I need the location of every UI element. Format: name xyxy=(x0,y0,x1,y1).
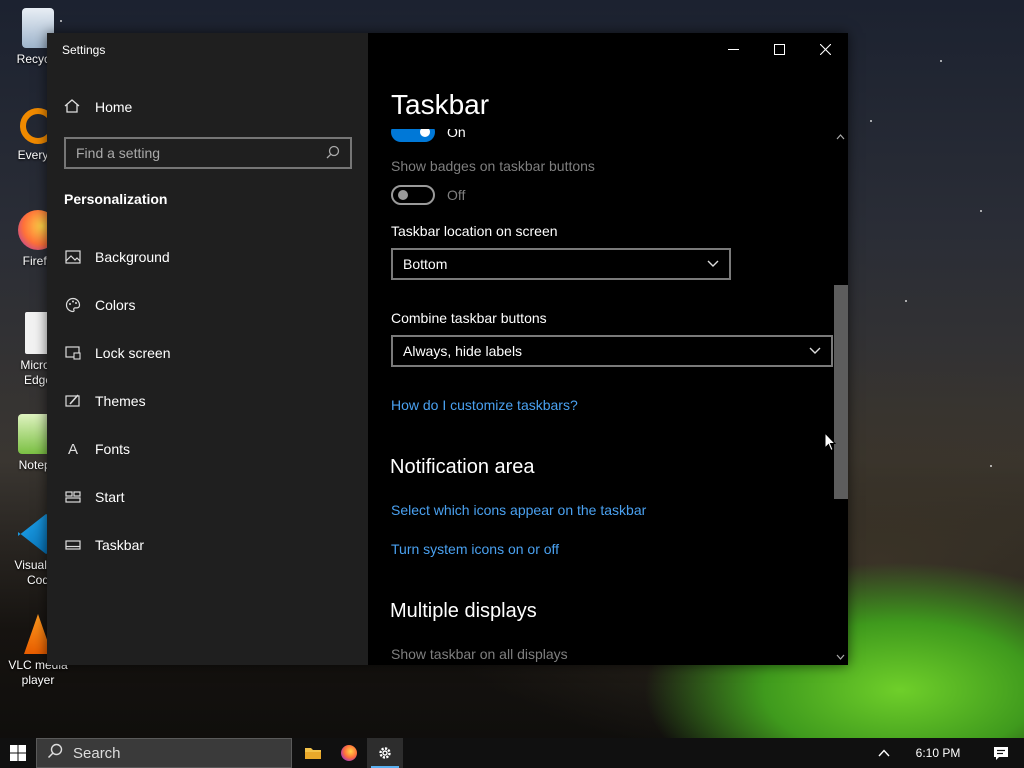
taskbar-search-label: Search xyxy=(73,744,121,762)
combine-dropdown[interactable]: Always, hide labels xyxy=(391,335,833,367)
combine-label: Combine taskbar buttons xyxy=(391,310,547,326)
clock[interactable]: 6:10 PM xyxy=(898,738,978,768)
notification-area-heading: Notification area xyxy=(390,456,535,478)
personalization-nav: Background Colors Lock screen Themes A F… xyxy=(47,233,368,569)
brush-icon xyxy=(64,392,82,410)
sidebar-item-label: Taskbar xyxy=(95,537,145,553)
location-dropdown[interactable]: Bottom xyxy=(391,248,731,280)
section-title: Personalization xyxy=(64,191,168,207)
minimize-icon xyxy=(727,48,739,50)
taskbar-search-box[interactable]: Search xyxy=(36,738,292,768)
search-icon[interactable] xyxy=(326,145,340,162)
show-all-displays-label: Show taskbar on all displays xyxy=(391,646,568,662)
maximize-icon xyxy=(773,43,785,55)
scroll-down-arrow[interactable] xyxy=(833,649,848,665)
chevron-down-icon xyxy=(809,347,821,354)
sidebar-item-taskbar[interactable]: Taskbar xyxy=(47,521,368,569)
location-label: Taskbar location on screen xyxy=(391,223,558,239)
sidebar-item-label: Colors xyxy=(95,297,136,313)
lock-screen-icon xyxy=(64,344,82,362)
multiple-displays-heading: Multiple displays xyxy=(390,600,537,622)
start-icon xyxy=(64,488,82,506)
taskbar-firefox[interactable] xyxy=(331,738,367,768)
font-icon: A xyxy=(67,440,78,458)
toggle-knob xyxy=(398,190,408,200)
sidebar-item-label: Lock screen xyxy=(95,345,171,361)
home-icon xyxy=(64,98,82,117)
close-button[interactable] xyxy=(802,33,848,65)
sidebar-item-background[interactable]: Background xyxy=(47,233,368,281)
minimize-button[interactable] xyxy=(710,33,756,65)
sidebar-item-label: Themes xyxy=(95,393,146,409)
chevron-up-icon xyxy=(878,749,890,757)
gear-icon xyxy=(379,747,391,759)
system-icons-link[interactable]: Turn system icons on or off xyxy=(391,541,559,557)
badges-label: Show badges on taskbar buttons xyxy=(391,158,595,174)
chevron-down-icon xyxy=(707,260,719,267)
action-center-button[interactable] xyxy=(978,738,1024,768)
content-pane: Taskbar On Show badges on taskbar button… xyxy=(368,33,848,665)
sidebar-item-lock-screen[interactable]: Lock screen xyxy=(47,329,368,377)
windows-logo-icon xyxy=(10,745,26,761)
taskbar: Search 6:10 PM xyxy=(0,738,1024,768)
find-setting-box[interactable] xyxy=(64,137,352,169)
badges-toggle[interactable] xyxy=(391,185,435,205)
notification-icon xyxy=(994,746,1008,760)
sidebar-item-label: Start xyxy=(95,489,125,505)
chevron-up-icon xyxy=(836,134,845,140)
settings-window: Settings Home Personalization Background… xyxy=(47,33,848,665)
mouse-cursor-icon xyxy=(824,432,836,452)
home-nav-item[interactable]: Home xyxy=(64,97,132,117)
show-hidden-icons-button[interactable] xyxy=(870,738,898,768)
taskbar-settings[interactable] xyxy=(367,738,403,768)
taskbar-file-explorer[interactable] xyxy=(295,738,331,768)
select-icons-link[interactable]: Select which icons appear on the taskbar xyxy=(391,502,646,518)
home-label: Home xyxy=(95,99,133,115)
customize-taskbars-link[interactable]: How do I customize taskbars? xyxy=(391,397,578,413)
start-button[interactable] xyxy=(0,738,36,768)
caption-buttons xyxy=(710,33,848,65)
scroll-up-arrow[interactable] xyxy=(833,129,848,145)
firefox-icon xyxy=(341,745,357,761)
sidebar-item-label: Fonts xyxy=(95,441,131,457)
search-icon xyxy=(47,743,63,763)
sidebar-item-themes[interactable]: Themes xyxy=(47,377,368,425)
taskbar-toggle-on[interactable] xyxy=(391,129,435,142)
chevron-down-icon xyxy=(836,654,845,660)
sidebar-item-start[interactable]: Start xyxy=(47,473,368,521)
toggle-knob xyxy=(420,129,430,137)
system-tray: 6:10 PM xyxy=(870,738,1024,768)
sidebar-item-colors[interactable]: Colors xyxy=(47,281,368,329)
sidebar-item-label: Background xyxy=(95,249,170,265)
sidebar-item-fonts[interactable]: A Fonts xyxy=(47,425,368,473)
taskbar-icon xyxy=(64,536,82,554)
folder-icon xyxy=(305,748,321,759)
palette-icon xyxy=(64,296,82,314)
maximize-button[interactable] xyxy=(756,33,802,65)
combine-value: Always, hide labels xyxy=(403,343,523,359)
sidebar: Settings Home Personalization Background… xyxy=(47,33,368,665)
vertical-scrollbar[interactable] xyxy=(833,129,848,665)
close-icon xyxy=(819,43,831,55)
location-value: Bottom xyxy=(403,256,448,272)
scrollbar-thumb[interactable] xyxy=(834,285,848,499)
find-setting-input[interactable] xyxy=(76,145,326,161)
page-title: Taskbar xyxy=(391,89,490,120)
toggle-state-on: On xyxy=(447,129,466,140)
window-title: Settings xyxy=(62,43,106,57)
image-icon xyxy=(64,248,82,266)
settings-scroll-area: On Show badges on taskbar buttons Off Ta… xyxy=(368,129,833,665)
badges-state: Off xyxy=(447,187,466,203)
